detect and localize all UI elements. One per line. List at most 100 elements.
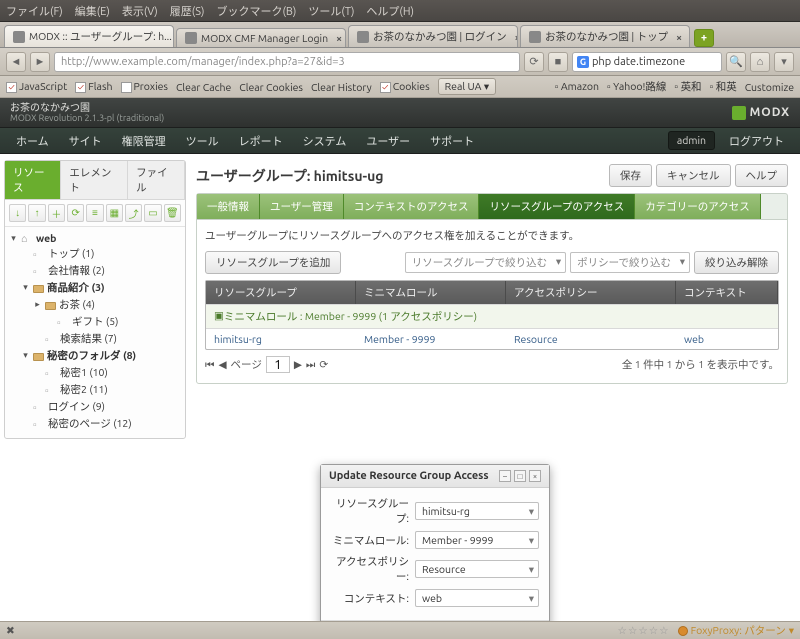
collapse-dialog-button[interactable]: – (499, 470, 511, 482)
new-resource-button[interactable]: ＋ (48, 204, 65, 222)
nav-user[interactable]: ユーザー (356, 128, 420, 153)
cancel-button[interactable]: キャンセル (656, 164, 731, 187)
clear-filter-button[interactable]: 絞り込み解除 (694, 251, 779, 274)
tree-node[interactable]: トップ (1) (7, 245, 183, 262)
pager-first-icon[interactable]: ⏮ (205, 358, 214, 372)
clear-cookies-link[interactable]: Clear Cookies (239, 81, 303, 93)
browser-tab[interactable]: お茶のなかみつ園 | ログイン× (348, 25, 518, 47)
tab-users[interactable]: ユーザー管理 (260, 194, 344, 219)
tree-node[interactable]: ギフト (5) (7, 313, 183, 330)
nav-system[interactable]: システム (293, 128, 357, 153)
tree-node[interactable]: ▾web (7, 231, 183, 245)
tab-resources[interactable]: リソース (5, 161, 61, 199)
clear-cache-link[interactable]: Clear Cache (176, 81, 231, 93)
nav-home[interactable]: ホーム (6, 128, 59, 153)
context-combo[interactable]: web (415, 589, 539, 607)
nav-reports[interactable]: レポート (229, 128, 293, 153)
filter-policy-combo[interactable]: ポリシーで絞り込む (570, 252, 690, 273)
search-go-button[interactable]: 🔍 (726, 52, 746, 72)
grid-header[interactable]: アクセスポリシー (506, 281, 676, 304)
os-menu-item[interactable]: 履歴(S) (170, 3, 205, 19)
grid-header[interactable]: リソースグループ (206, 281, 356, 304)
url-input[interactable] (54, 52, 520, 72)
customize-link[interactable]: Customize (745, 81, 794, 93)
pager-page-input[interactable] (266, 356, 290, 373)
pager-prev-icon[interactable]: ◀ (218, 358, 226, 371)
grid-group-row[interactable]: ▣ ミニマムロール : Member - 9999 (1 アクセスポリシー) (206, 304, 778, 328)
bookmark-link[interactable]: ▫ Yahoo!路線 (607, 79, 666, 94)
clear-history-link[interactable]: Clear History (311, 81, 372, 93)
toggle-javascript[interactable]: JavaScript (6, 80, 67, 93)
nav-site[interactable]: サイト (59, 128, 112, 153)
maximize-dialog-button[interactable]: □ (514, 470, 526, 482)
help-button[interactable]: ヘルプ (735, 164, 789, 187)
foxyproxy-status[interactable]: FoxyProxy: パターン ▾ (678, 623, 794, 638)
user-menu[interactable]: admin (668, 131, 715, 150)
os-menu-item[interactable]: 編集(E) (75, 3, 110, 19)
os-menu-item[interactable]: ヘルプ(H) (366, 3, 414, 19)
tree-node[interactable]: ▾秘密のフォルダ (8) (7, 347, 183, 364)
back-button[interactable]: ◄ (6, 52, 26, 72)
resourcegroup-combo[interactable]: himitsu-rg (415, 502, 539, 520)
bookmark-link[interactable]: ▫ 和英 (710, 79, 737, 94)
bookmark-link[interactable]: ▫ 英和 (674, 79, 701, 94)
bookmark-link[interactable]: ▫ Amazon (555, 80, 599, 93)
tab-category-access[interactable]: カテゴリーのアクセス (635, 194, 760, 219)
expand-all-button[interactable]: ↓ (9, 204, 26, 222)
tab-resourcegroup-access[interactable]: リソースグループのアクセス (479, 194, 635, 219)
home-button[interactable]: ⌂ (750, 52, 770, 72)
tree-node[interactable]: 秘密2 (11) (7, 381, 183, 398)
toggle-cookies[interactable]: Cookies (380, 80, 430, 93)
nav-security[interactable]: 権限管理 (112, 128, 176, 153)
close-tab-icon[interactable]: × (336, 32, 342, 44)
os-menu-item[interactable]: ファイル(F) (6, 3, 63, 19)
tree-action-button[interactable]: ▦ (106, 204, 123, 222)
accesspolicy-combo[interactable]: Resource (415, 560, 539, 578)
collapse-all-button[interactable]: ↑ (28, 204, 45, 222)
tree-node[interactable]: 会社情報 (2) (7, 262, 183, 279)
close-tab-icon[interactable]: × (515, 31, 518, 43)
menu-button[interactable]: ▾ (774, 52, 794, 72)
useragent-dropdown[interactable]: Real UA ▾ (438, 78, 497, 95)
browser-tab[interactable]: MODX :: ユーザーグループ: h...✕ (4, 25, 174, 47)
save-button[interactable]: 保存 (609, 164, 652, 187)
trash-button[interactable]: 🗑 (164, 204, 181, 222)
firebug-icon[interactable]: ✖ (6, 624, 15, 637)
tree-action-button[interactable]: ▭ (144, 204, 161, 222)
close-dialog-button[interactable]: × (529, 470, 541, 482)
search-input[interactable]: Gphp date.timezone (572, 52, 722, 72)
close-tab-icon[interactable]: × (676, 31, 682, 43)
logout-link[interactable]: ログアウト (719, 128, 794, 153)
reload-button[interactable]: ⟳ (524, 52, 544, 72)
add-resourcegroup-button[interactable]: リソースグループを追加 (205, 251, 341, 274)
grid-header[interactable]: ミニマムロール (356, 281, 506, 304)
tree-node[interactable]: ▸お茶 (4) (7, 296, 183, 313)
minimumrole-combo[interactable]: Member - 9999 (415, 531, 539, 549)
new-tab-button[interactable]: + (694, 29, 714, 47)
forward-button[interactable]: ► (30, 52, 50, 72)
rating-stars[interactable]: ☆☆☆☆☆ (618, 624, 670, 637)
tab-elements[interactable]: エレメント (61, 161, 128, 199)
tree-node[interactable]: 秘密のページ (12) (7, 415, 183, 432)
pager-refresh-icon[interactable]: ⟳ (319, 358, 328, 371)
tree-action-button[interactable]: ⤴ (125, 204, 142, 222)
filter-resourcegroup-combo[interactable]: リソースグループで絞り込む (405, 252, 566, 273)
os-menu-item[interactable]: ブックマーク(B) (216, 3, 296, 19)
nav-tools[interactable]: ツール (176, 128, 229, 153)
toggle-proxies[interactable]: Proxies (121, 80, 169, 93)
tree-node[interactable]: ▾商品紹介 (3) (7, 279, 183, 296)
nav-support[interactable]: サポート (420, 128, 484, 153)
os-menu-item[interactable]: 表示(V) (122, 3, 158, 19)
tree-node[interactable]: ログイン (9) (7, 398, 183, 415)
toggle-flash[interactable]: Flash (75, 80, 112, 93)
refresh-tree-button[interactable]: ⟳ (67, 204, 84, 222)
tab-general[interactable]: 一般情報 (197, 194, 260, 219)
browser-tab[interactable]: お茶のなかみつ園 | トップ× (520, 25, 690, 47)
tab-context-access[interactable]: コンテキストのアクセス (344, 194, 480, 219)
sort-button[interactable]: ≡ (86, 204, 103, 222)
grid-row[interactable]: himitsu-rg Member - 9999 Resource web (206, 328, 778, 349)
pager-last-icon[interactable]: ⏭ (306, 358, 315, 372)
pager-next-icon[interactable]: ▶ (294, 358, 302, 371)
browser-tab[interactable]: MODX CMF Manager Login× (176, 28, 346, 47)
tree-node[interactable]: 秘密1 (10) (7, 364, 183, 381)
